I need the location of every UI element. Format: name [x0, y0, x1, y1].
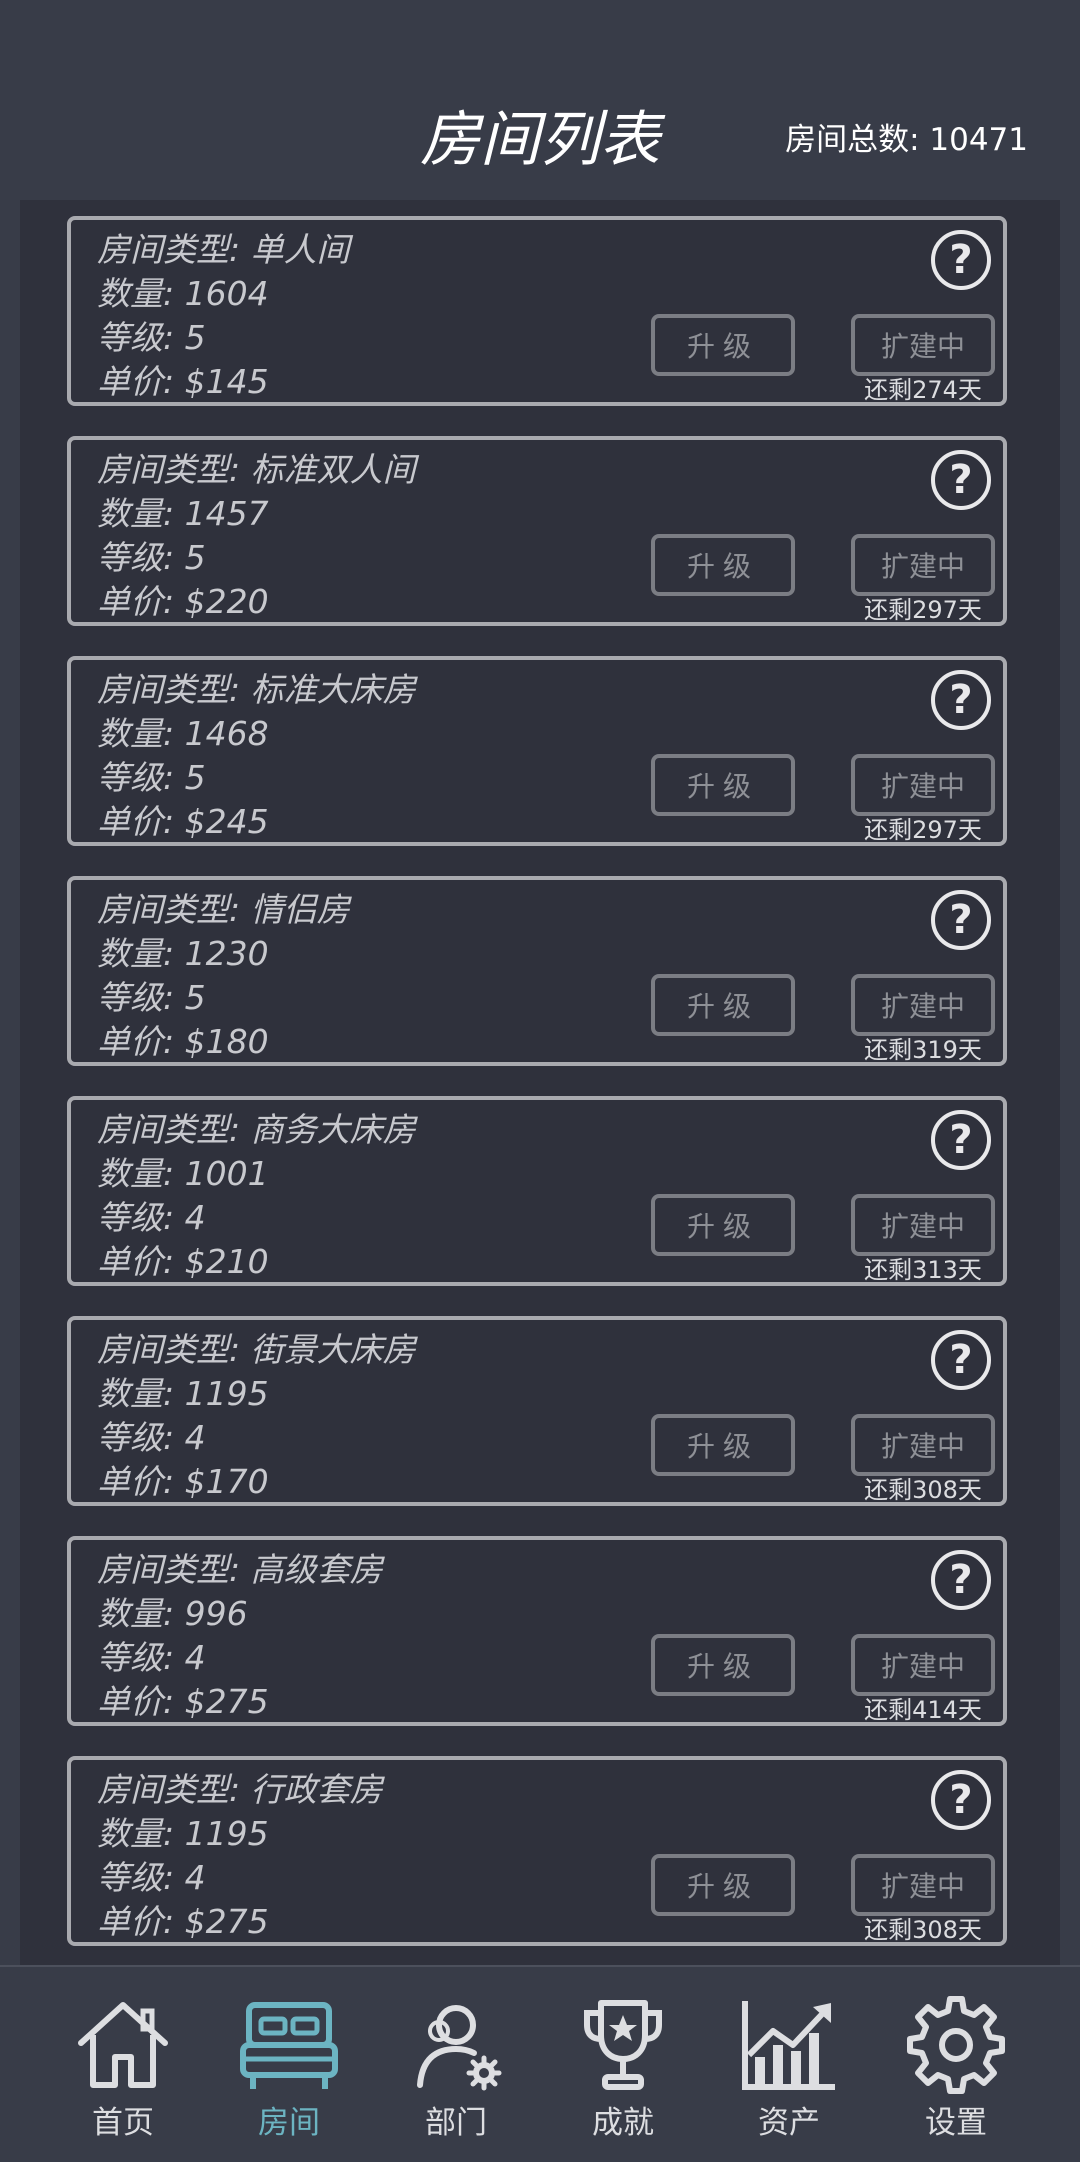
expanding-button[interactable]: 扩建中 — [851, 1634, 995, 1696]
expanding-button[interactable]: 扩建中 — [851, 754, 995, 816]
room-price: 单价: $275 — [97, 1902, 269, 1941]
remaining-days: 还剩414天 — [864, 1696, 982, 1724]
expanding-button[interactable]: 扩建中 — [851, 1414, 995, 1476]
upgrade-button[interactable]: 升级 — [651, 1634, 795, 1696]
nav-item-department[interactable]: 部门 — [373, 1967, 539, 2162]
room-price: 单价: $145 — [97, 362, 269, 401]
help-icon[interactable]: ? — [931, 1770, 991, 1830]
nav-item-achievements[interactable]: 成就 — [540, 1967, 706, 2162]
upgrade-button[interactable]: 升级 — [651, 754, 795, 816]
nav-label-home: 首页 — [92, 2105, 154, 2141]
upgrade-button[interactable]: 升级 — [651, 974, 795, 1036]
help-icon[interactable]: ? — [931, 1550, 991, 1610]
room-count: 数量: 1001 — [97, 1154, 269, 1193]
help-icon[interactable]: ? — [931, 1330, 991, 1390]
room-count: 数量: 1195 — [97, 1374, 269, 1413]
room-type: 房间类型: 高级套房 — [97, 1550, 383, 1589]
upgrade-button[interactable]: 升级 — [651, 314, 795, 376]
room-type: 房间类型: 情侣房 — [97, 890, 350, 929]
nav-item-home[interactable]: 首页 — [40, 1967, 206, 2162]
expanding-button[interactable]: 扩建中 — [851, 1194, 995, 1256]
upgrade-button[interactable]: 升级 — [651, 1194, 795, 1256]
remaining-days: 还剩274天 — [864, 376, 982, 404]
room-level: 等级: 4 — [97, 1418, 206, 1457]
room-type: 房间类型: 街景大床房 — [97, 1330, 416, 1369]
assets-chart-icon — [742, 2001, 835, 2090]
help-icon[interactable]: ? — [931, 670, 991, 730]
help-icon[interactable]: ? — [931, 890, 991, 950]
room-level: 等级: 5 — [97, 978, 206, 1017]
room-level: 等级: 4 — [97, 1638, 206, 1677]
help-icon[interactable]: ? — [931, 1110, 991, 1170]
department-icon — [417, 2005, 502, 2091]
room-count: 数量: 1457 — [97, 494, 269, 533]
nav-label-achievements: 成就 — [592, 2105, 654, 2141]
remaining-days: 还剩313天 — [864, 1256, 982, 1284]
room-level: 等级: 5 — [97, 318, 206, 357]
room-level: 等级: 4 — [97, 1198, 206, 1237]
room-level: 等级: 4 — [97, 1858, 206, 1897]
room-count: 数量: 1604 — [97, 274, 269, 313]
room-card: 房间类型: 商务大床房 数量: 1001 等级: 4 单价: $210 ? 升级… — [67, 1096, 1007, 1286]
room-price: 单价: $210 — [97, 1242, 269, 1281]
expanding-button[interactable]: 扩建中 — [851, 974, 995, 1036]
nav-item-rooms[interactable]: 房间 — [206, 1967, 372, 2162]
room-count: 数量: 1230 — [97, 934, 269, 973]
upgrade-button[interactable]: 升级 — [651, 534, 795, 596]
remaining-days: 还剩297天 — [864, 816, 982, 844]
room-type: 房间类型: 标准大床房 — [97, 670, 416, 709]
room-card: 房间类型: 单人间 数量: 1604 等级: 5 单价: $145 ? 升级 扩… — [67, 216, 1007, 406]
room-price: 单价: $170 — [97, 1462, 269, 1501]
bed-icon — [240, 2002, 338, 2089]
room-price: 单价: $245 — [97, 802, 269, 841]
trophy-icon — [584, 2000, 662, 2090]
room-type: 房间类型: 标准双人间 — [97, 450, 416, 489]
gear-icon — [907, 1996, 1005, 2094]
room-price: 单价: $275 — [97, 1682, 269, 1721]
nav-item-settings[interactable]: 设置 — [873, 1967, 1039, 2162]
room-card: 房间类型: 情侣房 数量: 1230 等级: 5 单价: $180 ? 升级 扩… — [67, 876, 1007, 1066]
room-total-count: 房间总数: 10471 — [785, 122, 1028, 158]
room-count: 数量: 1468 — [97, 714, 269, 753]
room-price: 单价: $180 — [97, 1022, 269, 1061]
room-count: 数量: 996 — [97, 1594, 248, 1633]
room-card: 房间类型: 行政套房 数量: 1195 等级: 4 单价: $275 ? 升级 … — [67, 1756, 1007, 1946]
room-card: 房间类型: 高级套房 数量: 996 等级: 4 单价: $275 ? 升级 扩… — [67, 1536, 1007, 1726]
help-icon[interactable]: ? — [931, 450, 991, 510]
room-price: 单价: $220 — [97, 582, 269, 621]
room-count: 数量: 1195 — [97, 1814, 269, 1853]
nav-item-assets[interactable]: 资产 — [706, 1967, 872, 2162]
nav-label-rooms: 房间 — [258, 2105, 320, 2141]
expanding-button[interactable]: 扩建中 — [851, 314, 995, 376]
room-list[interactable]: 房间类型: 单人间 数量: 1604 等级: 5 单价: $145 ? 升级 扩… — [20, 200, 1060, 1965]
room-level: 等级: 5 — [97, 758, 206, 797]
room-card: 房间类型: 标准双人间 数量: 1457 等级: 5 单价: $220 ? 升级… — [67, 436, 1007, 626]
nav-label-department: 部门 — [425, 2105, 487, 2141]
remaining-days: 还剩319天 — [864, 1036, 982, 1064]
header: 房间列表 房间总数: 10471 — [0, 0, 1080, 200]
room-level: 等级: 5 — [97, 538, 206, 577]
room-type: 房间类型: 行政套房 — [97, 1770, 383, 1809]
upgrade-button[interactable]: 升级 — [651, 1854, 795, 1916]
home-icon — [78, 2002, 168, 2088]
bottom-nav: 首页 房间 部门 成就 资产 设置 — [0, 1965, 1080, 2162]
nav-label-settings: 设置 — [925, 2105, 987, 2141]
expanding-button[interactable]: 扩建中 — [851, 534, 995, 596]
nav-label-assets: 资产 — [758, 2105, 820, 2141]
upgrade-button[interactable]: 升级 — [651, 1414, 795, 1476]
remaining-days: 还剩297天 — [864, 596, 982, 624]
room-type: 房间类型: 商务大床房 — [97, 1110, 416, 1149]
room-card: 房间类型: 标准大床房 数量: 1468 等级: 5 单价: $245 ? 升级… — [67, 656, 1007, 846]
room-type: 房间类型: 单人间 — [97, 230, 350, 269]
expanding-button[interactable]: 扩建中 — [851, 1854, 995, 1916]
room-card: 房间类型: 街景大床房 数量: 1195 等级: 4 单价: $170 ? 升级… — [67, 1316, 1007, 1506]
remaining-days: 还剩308天 — [864, 1916, 982, 1944]
remaining-days: 还剩308天 — [864, 1476, 982, 1504]
help-icon[interactable]: ? — [931, 230, 991, 290]
